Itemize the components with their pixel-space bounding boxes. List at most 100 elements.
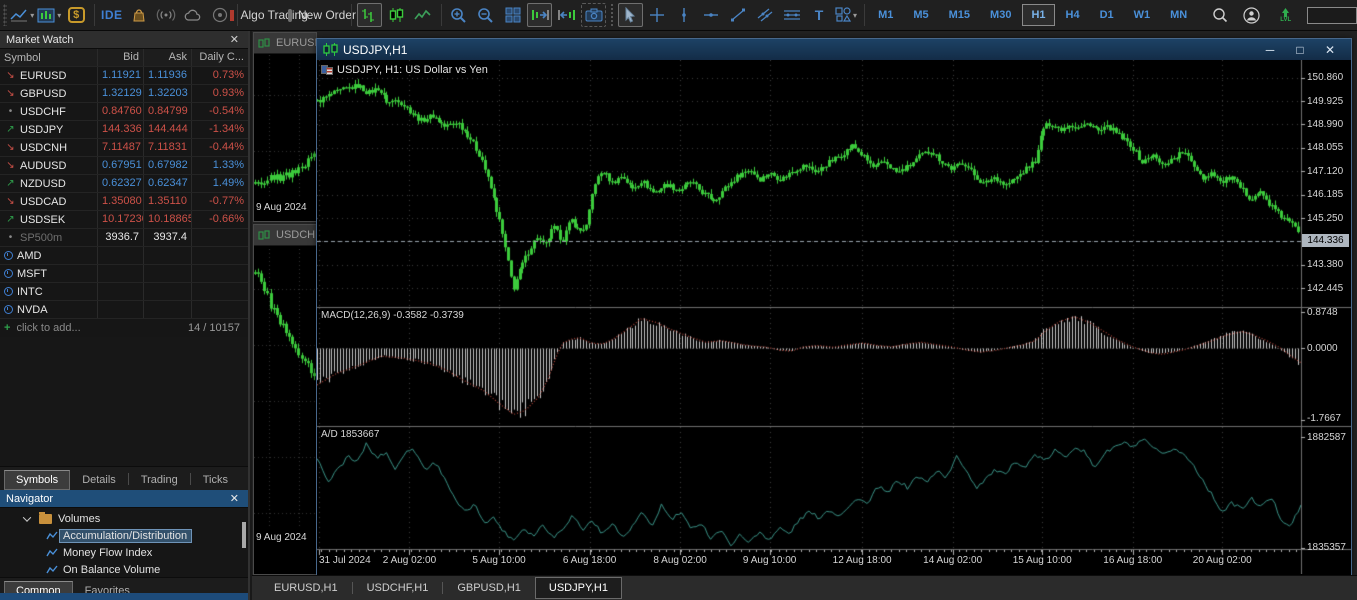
- maximize-button[interactable]: □: [1285, 43, 1315, 57]
- close-icon[interactable]: ✕: [227, 33, 242, 46]
- symbol-name: USDJPY: [20, 124, 63, 136]
- window-eurusd-titlebar[interactable]: EURUSD,H1: [254, 33, 316, 54]
- new-chart-button[interactable]: ▾: [37, 3, 62, 27]
- timeframe-m30[interactable]: M30: [981, 4, 1020, 26]
- tab-details[interactable]: Details: [70, 470, 128, 490]
- eurusd-mini-chart[interactable]: [254, 55, 316, 199]
- navigator-title: Navigator: [6, 493, 53, 505]
- candles-mode-button[interactable]: [384, 3, 409, 27]
- tree-item-volumes[interactable]: Volumes: [0, 510, 248, 527]
- shapes-icon: [835, 7, 851, 23]
- tab-symbols[interactable]: Symbols: [4, 470, 70, 490]
- chart-tab-gbpusd-h1[interactable]: GBPUSD,H1: [443, 577, 535, 599]
- tree-item-indicator[interactable]: Accumulation/Distribution: [0, 527, 248, 544]
- bid-value: 0.67951: [98, 157, 144, 174]
- table-row[interactable]: ↘USDCNH7.114877.11831-0.44%: [0, 139, 248, 157]
- levels-button[interactable]: LVL: [1273, 3, 1298, 27]
- timeframe-m5[interactable]: M5: [904, 4, 937, 26]
- new-order-button[interactable]: New Order: [298, 3, 347, 27]
- horizontal-line-tool-button[interactable]: [699, 3, 724, 27]
- usdchf-mini-chart[interactable]: [254, 249, 316, 527]
- timeframe-h4[interactable]: H4: [1057, 4, 1089, 26]
- trend-up-icon: ↗: [4, 178, 17, 189]
- chart-tab-eurusd-h1[interactable]: EURUSD,H1: [260, 577, 352, 599]
- zoom-in-button[interactable]: [446, 3, 471, 27]
- toolbar-grip[interactable]: [3, 4, 7, 26]
- bid-value: 144.336: [98, 121, 144, 138]
- cursor-tool-button[interactable]: [618, 3, 643, 27]
- screenshot-button[interactable]: [581, 3, 606, 27]
- tab-trading[interactable]: Trading: [129, 470, 190, 490]
- timeframe-w1[interactable]: W1: [1125, 4, 1160, 26]
- navigator-scrollbar[interactable]: [242, 522, 246, 548]
- account-button[interactable]: [1239, 3, 1264, 27]
- market-button[interactable]: [126, 3, 151, 27]
- search-button[interactable]: [1207, 3, 1232, 27]
- market-watch-title: Market Watch: [6, 34, 73, 46]
- table-row[interactable]: ↘AUDUSD0.679510.679821.33%: [0, 157, 248, 175]
- crosshair-tool-button[interactable]: [645, 3, 670, 27]
- timeframe-m15[interactable]: M15: [940, 4, 979, 26]
- click-to-add-row[interactable]: + click to add... 14 / 10157: [0, 319, 248, 337]
- window-eurusd[interactable]: EURUSD,H1 EURUSD, 9 Aug 2024: [253, 32, 317, 222]
- table-row[interactable]: ↗USDSEK10.1723010.18865-0.66%: [0, 211, 248, 229]
- close-button[interactable]: ✕: [1315, 43, 1345, 57]
- timeframe-d1[interactable]: D1: [1091, 4, 1123, 26]
- close-icon[interactable]: ✕: [227, 492, 242, 505]
- window-usdjpy-titlebar[interactable]: USDJPY,H1 ─ □ ✕: [317, 39, 1351, 60]
- column-symbol[interactable]: Symbol: [0, 49, 98, 66]
- fibonacci-tool-button[interactable]: [780, 3, 805, 27]
- vertical-line-tool-button[interactable]: [672, 3, 697, 27]
- macd-axis-label: -1.7667: [1307, 413, 1341, 424]
- tree-item-indicator[interactable]: Money Flow Index: [0, 544, 248, 561]
- channel-tool-button[interactable]: [753, 3, 778, 27]
- table-row[interactable]: ↘EURUSD1.119211.119360.73%: [0, 67, 248, 85]
- signals-button[interactable]: [153, 3, 178, 27]
- text-tool-button[interactable]: T: [807, 3, 832, 27]
- minimize-button[interactable]: ─: [1255, 43, 1285, 57]
- timeframe-mn[interactable]: MN: [1161, 4, 1196, 26]
- candles-icon: [323, 43, 338, 56]
- shapes-tool-button[interactable]: ▾: [834, 3, 859, 27]
- table-row[interactable]: NVDA: [0, 301, 248, 319]
- trendline-tool-button[interactable]: [726, 3, 751, 27]
- table-row[interactable]: •USDCHF0.847600.84799-0.54%: [0, 103, 248, 121]
- bar-chart-mode-button[interactable]: [357, 3, 382, 27]
- daily-change-value: 0.93%: [192, 85, 248, 102]
- table-row[interactable]: AMD: [0, 247, 248, 265]
- news-button[interactable]: [207, 3, 232, 27]
- column-daily-change[interactable]: Daily C...: [192, 49, 248, 66]
- column-ask[interactable]: Ask: [144, 49, 192, 66]
- table-row[interactable]: INTC: [0, 283, 248, 301]
- vps-button[interactable]: [180, 3, 205, 27]
- table-row[interactable]: ↘GBPUSD1.321291.322030.93%: [0, 85, 248, 103]
- chart-shift-button[interactable]: [527, 3, 552, 27]
- plus-icon: +: [4, 322, 10, 334]
- window-usdchf[interactable]: USDCHF,H1 USDCHF, 9 Aug 2024: [253, 224, 317, 575]
- table-row[interactable]: •SP500m3936.73937.4: [0, 229, 248, 247]
- bid-value: 1.35080: [98, 193, 144, 210]
- tree-item-indicator[interactable]: On Balance Volume: [0, 561, 248, 577]
- window-usdchf-titlebar[interactable]: USDCHF,H1: [254, 225, 316, 246]
- chevron-expanded-icon[interactable]: [23, 513, 31, 521]
- table-row[interactable]: ↘USDCAD1.350801.35110-0.77%: [0, 193, 248, 211]
- tile-windows-button[interactable]: [500, 3, 525, 27]
- table-row[interactable]: MSFT: [0, 265, 248, 283]
- zoom-out-button[interactable]: [473, 3, 498, 27]
- chart-tab-usdchf-h1[interactable]: USDCHF,H1: [353, 577, 443, 599]
- quick-search-box[interactable]: [1307, 7, 1357, 24]
- chart-tab-usdjpy-h1[interactable]: USDJPY,H1: [535, 577, 622, 599]
- accounts-button[interactable]: $: [64, 3, 89, 27]
- metaeditor-button[interactable]: IDE: [99, 3, 124, 27]
- line-mode-button[interactable]: [411, 3, 436, 27]
- timeframe-h1[interactable]: H1: [1022, 4, 1054, 26]
- ask-value: 10.18865: [144, 211, 192, 228]
- tab-ticks[interactable]: Ticks: [191, 470, 240, 490]
- column-bid[interactable]: Bid: [98, 49, 144, 66]
- auto-scroll-button[interactable]: [554, 3, 579, 27]
- table-row[interactable]: ↗USDJPY144.336144.444-1.34%: [0, 121, 248, 139]
- timeframe-m1[interactable]: M1: [869, 4, 902, 26]
- usdjpy-chart-canvas[interactable]: [317, 60, 1351, 574]
- table-row[interactable]: ↗NZDUSD0.623270.623471.49%: [0, 175, 248, 193]
- chart-profiles-button[interactable]: ▾: [10, 3, 35, 27]
